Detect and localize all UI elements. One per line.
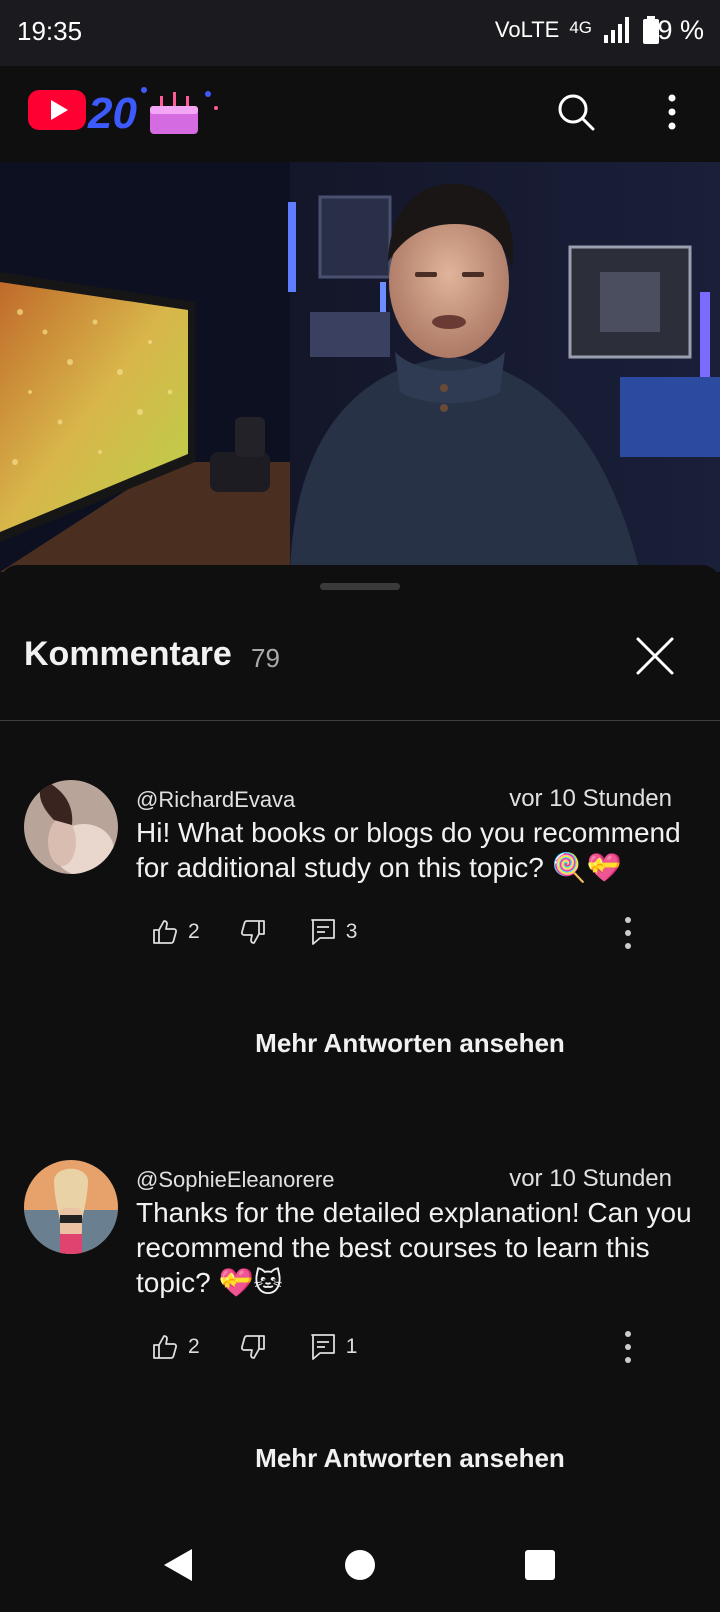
- dislike-button[interactable]: [240, 1334, 266, 1360]
- recents-icon[interactable]: [520, 1545, 560, 1585]
- status-time: 19:35: [17, 16, 83, 46]
- status-bar: 19:35 VoLTE 4G 79 %: [0, 0, 720, 66]
- reply-comment-icon: [310, 1334, 335, 1360]
- comment-time: vor 10 Stunden: [509, 1165, 672, 1192]
- video-player[interactable]: [0, 162, 720, 572]
- comment-text: Thanks for the detailed explanation! Can…: [136, 1197, 692, 1298]
- comment-text: Hi! What books or blogs do you recommend…: [136, 817, 681, 883]
- status-indicators: VoLTE 4G: [495, 16, 660, 44]
- system-nav-bar: [0, 1517, 720, 1612]
- like-count: 2: [188, 1335, 200, 1358]
- comment-actions: 2 3: [152, 912, 357, 952]
- comment-time: vor 10 Stunden: [509, 785, 672, 812]
- reply-comment-icon: [310, 919, 335, 945]
- more-vert-icon[interactable]: [644, 84, 700, 140]
- reply-count: 3: [345, 920, 358, 943]
- thumbs-down-icon: [240, 1335, 265, 1359]
- like-button[interactable]: 2: [152, 919, 200, 945]
- drag-handle[interactable]: [320, 583, 400, 590]
- reply-count: 1: [345, 1335, 358, 1358]
- more-options-icon[interactable]: [616, 1330, 640, 1370]
- dislike-button[interactable]: [240, 919, 266, 945]
- like-button[interactable]: 2: [152, 1334, 200, 1360]
- thumbs-up-icon: [153, 1335, 178, 1359]
- thumbs-down-icon: [240, 920, 265, 944]
- comments-sheet: Kommentare 79 @RichardEvava vor 10 Stund…: [0, 565, 720, 1517]
- comment-author[interactable]: @SophieEleanorere: [136, 1167, 334, 1193]
- reply-button[interactable]: 3: [310, 918, 358, 946]
- comments-count: 79: [251, 643, 280, 673]
- avatar[interactable]: [24, 1160, 118, 1254]
- back-icon[interactable]: [158, 1545, 198, 1585]
- more-replies-button[interactable]: Mehr Antworten ansehen: [0, 1443, 720, 1474]
- battery-percent: 79 %: [642, 15, 704, 45]
- app-bar: 20: [0, 66, 720, 162]
- network-type: 4G: [569, 18, 592, 37]
- reply-button[interactable]: 1: [310, 1333, 358, 1361]
- home-icon[interactable]: [340, 1545, 380, 1585]
- comment-author[interactable]: @RichardEvava: [136, 787, 295, 813]
- comments-title: Kommentare: [24, 635, 232, 673]
- comment-actions: 2 1: [152, 1327, 357, 1367]
- more-replies-button[interactable]: Mehr Antworten ansehen: [0, 1028, 720, 1059]
- volte-indicator: VoLTE: [494, 17, 560, 42]
- search-icon[interactable]: [548, 84, 604, 140]
- thumbs-up-icon: [153, 920, 178, 944]
- divider: [0, 720, 720, 721]
- more-options-icon[interactable]: [616, 916, 640, 956]
- like-count: 2: [188, 920, 200, 943]
- signal-icon: [604, 17, 629, 43]
- avatar[interactable]: [24, 780, 118, 874]
- logo-number: 20: [87, 89, 137, 138]
- close-icon[interactable]: [632, 633, 678, 679]
- youtube-20-logo[interactable]: 20: [28, 80, 224, 140]
